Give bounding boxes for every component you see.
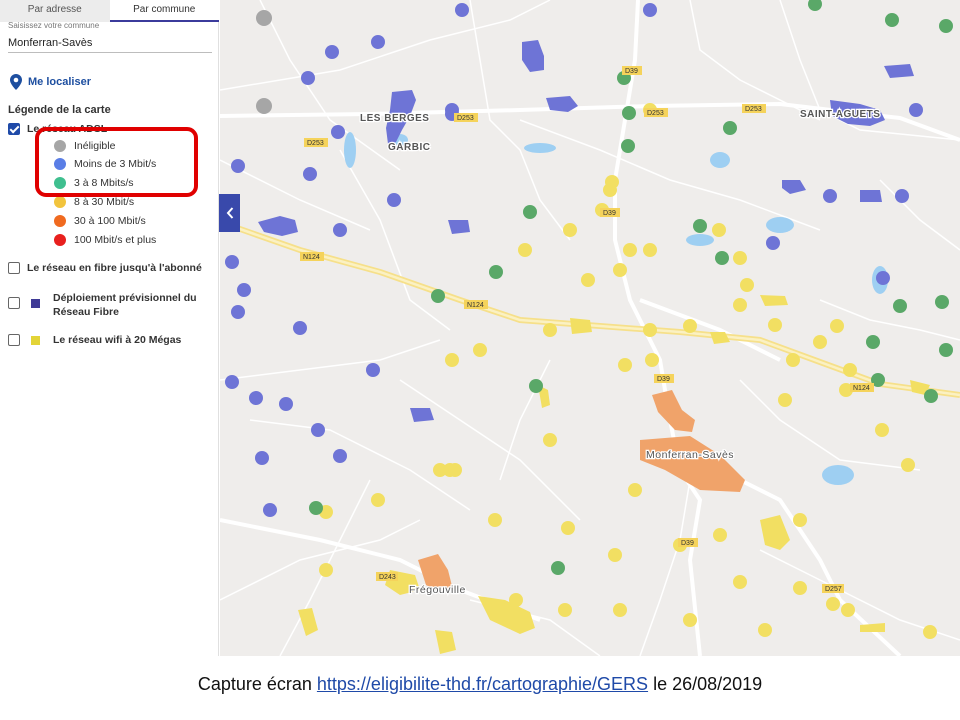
legend-label: 8 à 30 Mbit/s [74,196,135,208]
svg-text:D253: D253 [745,106,762,113]
fibre-checkbox[interactable] [8,262,20,274]
svg-text:D253: D253 [457,115,474,122]
slide-caption: Capture écran https://eligibilite-thd.fr… [197,674,763,694]
adsl-checkbox[interactable] [8,123,20,135]
tab-par-commune[interactable]: Par commune [109,0,219,22]
source-link[interactable]: https://eligibilite-thd.fr/cartographie/… [317,674,648,694]
wifi-swatch [31,336,40,345]
legend-dot [54,234,66,246]
fibre-label: Le réseau en fibre jusqu'à l'abonné [27,262,202,274]
locate-me-button[interactable]: Me localiser [10,74,91,90]
tab-par-adresse[interactable]: Par adresse [0,0,110,22]
svg-text:Monferran-Savès: Monferran-Savès [646,449,734,461]
deploiement-swatch [31,299,40,308]
legend-item-8-30: 8 à 30 Mbit/s [54,196,134,208]
commune-search-input[interactable] [8,33,212,53]
legend-label: 100 Mbit/s et plus [74,234,157,246]
svg-text:D253: D253 [307,140,324,147]
deploiement-label: Déploiement prévisionnel du Réseau Fibre [53,292,197,318]
legend-item-30-100: 30 à 100 Mbit/s [54,215,146,227]
search-tabs: Par adresse Par commune [0,0,219,22]
layer-fibre[interactable]: Le réseau en fibre jusqu'à l'abonné [8,262,202,274]
locate-me-label: Me localiser [28,76,91,88]
map-canvas: D39 D253 D253 D253 D253 D39 N124 N124 N1… [220,0,960,656]
svg-text:Frégouville: Frégouville [409,584,466,596]
legend-label: 30 à 100 Mbit/s [74,215,146,227]
collapse-sidebar-button[interactable] [219,194,240,232]
svg-text:D39: D39 [681,540,694,547]
legend-dot [54,196,66,208]
slide: D39 D253 D253 D253 D253 D39 N124 N124 N1… [0,0,960,720]
svg-text:D39: D39 [625,68,638,75]
search-label: Saisissez votre commune [8,21,100,30]
wifi-checkbox[interactable] [8,334,20,346]
svg-text:D39: D39 [657,376,670,383]
svg-text:SAINT-AGUETS: SAINT-AGUETS [800,109,880,120]
svg-text:N124: N124 [853,385,870,392]
svg-text:LES BERGES: LES BERGES [360,113,429,124]
highlight-box [35,127,198,197]
chevron-left-icon [226,207,233,219]
legend-item-100-plus: 100 Mbit/s et plus [54,234,156,246]
svg-text:D243: D243 [379,574,396,581]
layer-wifi[interactable]: Le réseau wifi à 20 Mégas [8,334,181,346]
location-pin-icon [10,74,22,90]
svg-text:N124: N124 [467,302,484,309]
svg-text:D39: D39 [603,210,616,217]
legend-title: Légende de la carte [8,104,111,116]
sidebar: Par adresse Par commune Saisissez votre … [0,0,219,656]
svg-text:GARBIC: GARBIC [388,142,430,153]
legend-dot [54,215,66,227]
ineligible-zones [256,10,272,114]
svg-text:N124: N124 [303,254,320,261]
layer-deploiement[interactable]: Déploiement prévisionnel du Réseau Fibre [8,291,197,319]
svg-text:D257: D257 [825,586,842,593]
deploiement-checkbox[interactable] [8,297,20,309]
svg-text:D253: D253 [647,110,664,117]
map-view[interactable]: D39 D253 D253 D253 D253 D39 N124 N124 N1… [220,0,960,656]
wifi-label: Le réseau wifi à 20 Mégas [53,334,182,346]
